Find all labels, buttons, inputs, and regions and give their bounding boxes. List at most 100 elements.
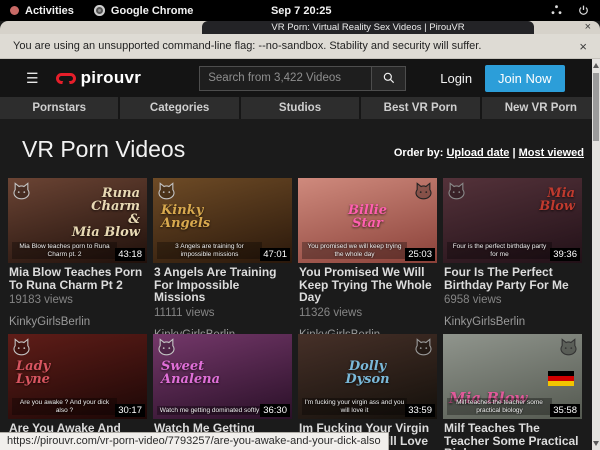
video-thumbnail[interactable]: Mia Blow Milf teaches the teacher some p… (443, 334, 582, 419)
power-icon[interactable] (577, 4, 590, 17)
video-title[interactable]: 3 Angels Are Training For Impossible Mis… (154, 266, 292, 304)
active-app-menu[interactable]: Google Chrome (94, 5, 194, 17)
site-logo-text: pirouvr (81, 68, 142, 88)
nav-item-best-vr-porn[interactable]: Best VR Porn (361, 97, 479, 119)
thumb-caption: Four is the perfect birthday party for m… (447, 242, 552, 259)
video-grid: Runa Charm & Mia Blow Mia Blow teaches p… (0, 178, 600, 450)
video-thumbnail[interactable]: Sweet Analena Watch me getting dominated… (153, 334, 292, 419)
active-app-label: Google Chrome (111, 5, 194, 17)
video-card[interactable]: Runa Charm & Mia Blow Mia Blow teaches p… (8, 178, 147, 330)
search-button[interactable] (371, 66, 406, 91)
video-card[interactable]: Billie Star You promised we will keep tr… (298, 178, 437, 330)
video-thumbnail[interactable]: Runa Charm & Mia Blow Mia Blow teaches p… (8, 178, 147, 263)
page-title: VR Porn Videos (22, 136, 185, 163)
thumb-caption: I'm fucking your virgin ass and you will… (302, 398, 407, 415)
clock[interactable]: Sep 7 20:25 (271, 5, 332, 17)
activities-dot-icon (10, 6, 19, 15)
video-studio-link[interactable]: KinkyGirlsBerlin (9, 316, 147, 328)
studio-cat-logo-icon (12, 181, 31, 200)
order-by-separator: | (512, 147, 515, 159)
studio-cat-logo-icon (559, 337, 578, 356)
order-by: Order by: Upload date | Most viewed (394, 147, 584, 163)
warning-text: You are using an unsupported command-lin… (13, 40, 481, 52)
thumb-model-name: Sweet Analena (161, 360, 220, 386)
status-url-tooltip: https://pirouvr.com/vr-porn-video/779325… (0, 432, 389, 450)
duration-badge: 35:58 (550, 404, 580, 417)
site-nav: PornstarsCategoriesStudiosBest VR PornNe… (0, 97, 600, 119)
chrome-warning-bar: You are using an unsupported command-lin… (0, 34, 600, 59)
vr-goggles-logo-icon (56, 73, 76, 84)
browser-tab-strip: VR Porn: Virtual Reality Sex Videos | Pi… (0, 21, 600, 34)
video-title[interactable]: Four Is The Perfect Birthday Party For M… (444, 266, 582, 291)
thumb-caption: 3 Angels are training for impossible mis… (157, 242, 262, 259)
thumb-model-name: Lady Lyne (16, 360, 50, 386)
activities-label: Activities (25, 5, 74, 17)
scrollbar[interactable] (592, 59, 600, 450)
duration-badge: 33:59 (405, 404, 435, 417)
video-views: 6958 views (444, 294, 582, 306)
search-input[interactable] (199, 66, 371, 91)
nav-item-new-vr-porn[interactable]: New VR Porn (482, 97, 600, 119)
thumb-caption: You promised we will keep trying the who… (302, 242, 407, 259)
join-now-button[interactable]: Join Now (485, 65, 564, 92)
order-by-upload-date-link[interactable]: Upload date (446, 147, 509, 159)
thumb-model-name: Dolly Dyson (298, 360, 437, 386)
thumb-model-name: Mia Blow (539, 187, 575, 213)
studio-cat-logo-icon (447, 181, 466, 200)
video-studio-link[interactable]: KinkyGirlsBerlin (444, 316, 582, 328)
video-title[interactable]: Mia Blow Teaches Porn To Runa Charm Pt 2 (9, 266, 147, 291)
video-title[interactable]: Milf Teaches The Teacher Some Practical … (444, 422, 582, 450)
video-card[interactable]: Mia Blow Four is the perfect birthday pa… (443, 178, 582, 330)
duration-badge: 30:17 (115, 404, 145, 417)
studio-cat-logo-icon (157, 337, 176, 356)
chrome-icon (94, 5, 105, 16)
tab-title: VR Porn: Virtual Reality Sex Videos | Pi… (271, 22, 464, 33)
nav-item-studios[interactable]: Studios (241, 97, 359, 119)
video-views: 11111 views (154, 307, 292, 319)
system-top-bar: Activities Google Chrome Sep 7 20:25 (0, 0, 600, 21)
studio-cat-logo-icon (414, 181, 433, 200)
video-thumbnail[interactable]: Mia Blow Four is the perfect birthday pa… (443, 178, 582, 263)
thumb-caption: Mia Blow teaches porn to Runa Charm pt. … (12, 242, 117, 259)
video-thumbnail[interactable]: Dolly Dyson I'm fucking your virgin ass … (298, 334, 437, 419)
thumb-model-name: Billie Star (298, 204, 437, 230)
close-icon[interactable]: × (585, 21, 591, 34)
video-views: 19183 views (9, 294, 147, 306)
studio-cat-logo-icon (12, 337, 31, 356)
login-link[interactable]: Login (440, 71, 472, 86)
order-by-label: Order by: (394, 147, 444, 159)
video-thumbnail[interactable]: Kinky Angels 3 Angels are training for i… (153, 178, 292, 263)
video-card[interactable]: Mia Blow Milf teaches the teacher some p… (443, 334, 582, 450)
video-thumbnail[interactable]: Lady Lyne Are you awake ? And your dick … (8, 334, 147, 419)
warning-close-icon[interactable]: × (579, 40, 587, 53)
scrollbar-down-icon[interactable] (593, 441, 599, 446)
video-card[interactable]: Kinky Angels 3 Angels are training for i… (153, 178, 292, 330)
thumb-caption: Milf teaches the teacher some practical … (447, 398, 552, 415)
scrollbar-up-icon[interactable] (593, 63, 599, 68)
nav-item-pornstars[interactable]: Pornstars (0, 97, 118, 119)
video-thumbnail[interactable]: Billie Star You promised we will keep tr… (298, 178, 437, 263)
scrollbar-thumb[interactable] (593, 73, 599, 141)
thumb-model-name: Kinky Angels (161, 204, 210, 230)
german-flag-icon (548, 371, 574, 386)
site-logo[interactable]: pirouvr (56, 68, 142, 88)
thumb-caption: Are you awake ? And your dick also ? (12, 398, 117, 415)
studio-cat-logo-icon (157, 181, 176, 200)
video-title[interactable]: You Promised We Will Keep Trying The Who… (299, 266, 437, 304)
network-icon[interactable] (550, 4, 563, 17)
menu-icon[interactable]: ☰ (26, 70, 39, 87)
duration-badge: 25:03 (405, 248, 435, 261)
activities-button[interactable]: Activities (10, 5, 74, 17)
studio-cat-logo-icon (414, 337, 433, 356)
order-by-most-viewed-link[interactable]: Most viewed (519, 147, 584, 159)
nav-item-categories[interactable]: Categories (120, 97, 238, 119)
search-icon (382, 71, 396, 85)
duration-badge: 47:01 (260, 248, 290, 261)
duration-badge: 43:18 (115, 248, 145, 261)
duration-badge: 36:30 (260, 404, 290, 417)
site-header: ☰ pirouvr Login Join Now (0, 59, 600, 97)
thumb-caption: Watch me getting dominated softly (157, 406, 262, 416)
thumb-model-name: Runa Charm & Mia Blow (72, 187, 140, 239)
duration-badge: 39:36 (550, 248, 580, 261)
browser-tab[interactable]: VR Porn: Virtual Reality Sex Videos | Pi… (202, 21, 534, 34)
